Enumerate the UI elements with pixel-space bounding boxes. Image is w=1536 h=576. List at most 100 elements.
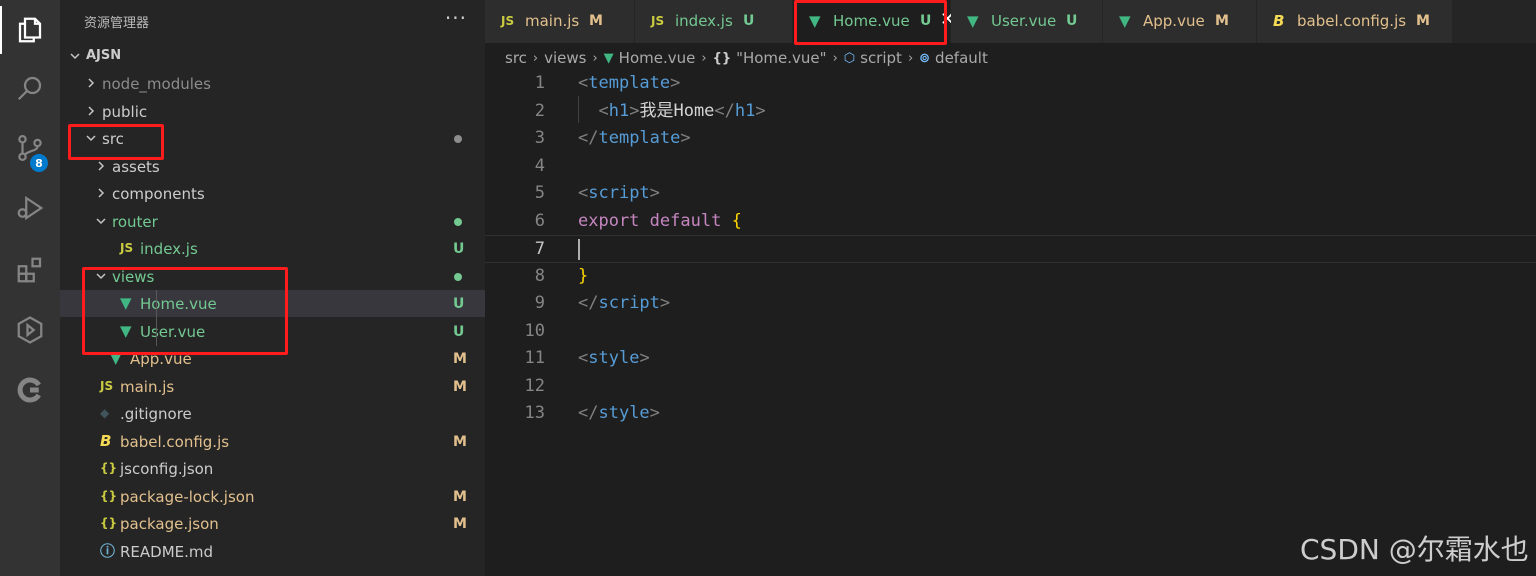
tree-file-package-json[interactable]: {} package.json M (60, 510, 485, 537)
tree-file-jsconfig-json[interactable]: {} jsconfig.json (60, 455, 485, 482)
symbol-icon: ⊚ (919, 50, 931, 66)
tree-file-User-vue[interactable]: ▼ User.vue U (60, 318, 485, 345)
tree-folder-src[interactable]: src (60, 125, 485, 152)
javascript-file-icon: JS (100, 378, 114, 393)
code-text: </script> (578, 293, 671, 313)
tree-folder-assets[interactable]: assets (60, 153, 485, 180)
search-icon[interactable] (0, 60, 60, 116)
code-line[interactable]: 1 <template> (485, 70, 1536, 123)
workspace-folder-header[interactable]: AJSN (60, 44, 485, 70)
tree-item-label: main.js (120, 377, 175, 396)
run-debug-icon[interactable] (0, 180, 60, 236)
git-status-badge: M (453, 433, 467, 450)
git-file-icon: ◆ (100, 406, 110, 420)
code-line[interactable]: 5 <script> (485, 180, 1536, 208)
braces-icon: {} (712, 50, 732, 66)
workspace-folder-name: AJSN (86, 48, 122, 63)
tree-file-babel-config-js[interactable]: Bbabel.config.js M (60, 428, 485, 455)
tree-folder-views[interactable]: views (60, 263, 485, 290)
indent-guide (156, 290, 157, 346)
line-number: 13 (524, 403, 545, 423)
tree-item-label: node_modules (102, 75, 211, 93)
more-actions-button[interactable]: ··· (445, 6, 467, 30)
code-line[interactable]: 11 <style> (485, 345, 1536, 373)
tree-file-Home-vue[interactable]: ▼ Home.vue U (60, 290, 485, 317)
explorer-icon[interactable] (0, 2, 60, 58)
breadcrumb-item[interactable]: Home.vue (619, 49, 696, 67)
tab-User-vue[interactable]: ▼ User.vue U (951, 0, 1103, 43)
code-line[interactable]: 12 (485, 373, 1536, 401)
git-status-badge: M (453, 516, 467, 532)
explorer-header: 资源管理器 ··· (60, 0, 485, 42)
code-text: <template> (578, 73, 681, 93)
code-line[interactable]: 13 </style> (485, 400, 1536, 428)
editor-tabs: JS main.js M JS index.js U ▼ Home.vue U ✕ ▼ User.vu… (485, 0, 1536, 43)
code-line[interactable]: 10 (485, 318, 1536, 346)
code-line[interactable]: 3 </template> (485, 125, 1536, 153)
git-status-dot (454, 217, 462, 226)
breadcrumb-item[interactable]: script (860, 49, 902, 67)
tree-item-label: README.md (120, 542, 214, 561)
code-text: <h1>我是Home</h1> (598, 100, 766, 121)
tree-file-package-lock-json[interactable]: {} package-lock.json M (60, 483, 485, 510)
tree-file-index-js[interactable]: JS index.js U (60, 235, 485, 262)
tree-item-label: .gitignore (120, 405, 192, 423)
tab-git-status: U (1066, 13, 1078, 29)
code-text: } (578, 265, 589, 286)
code-text: <style> (578, 348, 650, 368)
tree-item-label: App.vue (130, 350, 192, 368)
text-cursor (578, 239, 580, 260)
breadcrumb-item[interactable]: views (544, 49, 586, 67)
json-file-icon: {} (100, 516, 118, 530)
code-text: <script> (578, 183, 660, 203)
tree-item-label: package-lock.json (120, 487, 255, 506)
chevron-right-icon: › (832, 50, 838, 66)
tree-item-label: components (112, 185, 205, 203)
tree-folder-node_modules[interactable]: node_modules (60, 70, 485, 97)
code-line[interactable]: 2 <h1>我是Home</h1> (485, 98, 1536, 126)
tree-folder-public[interactable]: public (60, 98, 485, 125)
git-status-dot (454, 135, 462, 143)
code-text: </template> (578, 128, 691, 148)
source-control-badge: 8 (30, 154, 48, 172)
vue-file-icon: ▼ (120, 321, 132, 340)
git-status-dot (454, 272, 462, 281)
chevron-right-icon (94, 159, 108, 173)
line-number: 11 (524, 348, 545, 368)
tree-folder-router[interactable]: router (60, 208, 485, 235)
tab-App-vue[interactable]: ▼ App.vue M (1103, 0, 1257, 43)
tab-main-js[interactable]: JS main.js M (485, 0, 635, 43)
tree-item-label: Home.vue (140, 295, 217, 313)
tree-file--gitignore[interactable]: ◆ .gitignore (60, 400, 485, 427)
tree-folder-components[interactable]: components (60, 180, 485, 207)
git-status-badge: U (453, 323, 465, 340)
tab-babel-config-js[interactable]: Bbabel.config.js M (1257, 0, 1453, 43)
tree-file-README-md[interactable]: ⓘ README.md (60, 538, 485, 565)
source-control-icon[interactable]: 8 (0, 120, 60, 176)
code-line[interactable]: 6 export default { (485, 208, 1536, 236)
tab-index-js[interactable]: JS index.js U (635, 0, 793, 43)
breadcrumb-item[interactable]: default (935, 49, 988, 67)
code-line[interactable]: 7 (485, 235, 1536, 263)
tree-file-App-vue[interactable]: ▼ App.vue M (60, 345, 485, 372)
code-line[interactable]: 4 (485, 153, 1536, 181)
line-number: 3 (534, 128, 545, 148)
tab-Home-vue[interactable]: ▼ Home.vue U ✕ (793, 0, 955, 43)
code-editor[interactable]: 1 <template> 2 <h1>我是Home</h1> 3 </template>… (485, 70, 1536, 576)
line-number: 12 (524, 375, 545, 396)
code-line[interactable]: 9 </script> (485, 290, 1536, 318)
tab-label: Home.vue (833, 12, 910, 30)
code-line[interactable]: 8} (485, 263, 1536, 291)
extensions-icon[interactable] (0, 242, 60, 298)
chevron-down-icon (84, 131, 98, 145)
breadcrumb-item[interactable]: "Home.vue" (736, 49, 826, 67)
vue-file-icon: ▼ (110, 349, 122, 367)
remote-explorer-icon[interactable] (0, 302, 60, 358)
line-number: 1 (534, 73, 545, 93)
tree-file-main-js[interactable]: JS main.js M (60, 373, 485, 400)
breadcrumb-item[interactable]: src (505, 49, 527, 67)
vue-file-icon: ▼ (1119, 12, 1131, 30)
vue-file-icon: ▼ (603, 50, 614, 66)
explorer-sidebar: 资源管理器 ··· AJSN node_modulespublic src asse… (60, 0, 485, 576)
account-icon[interactable] (0, 362, 60, 418)
